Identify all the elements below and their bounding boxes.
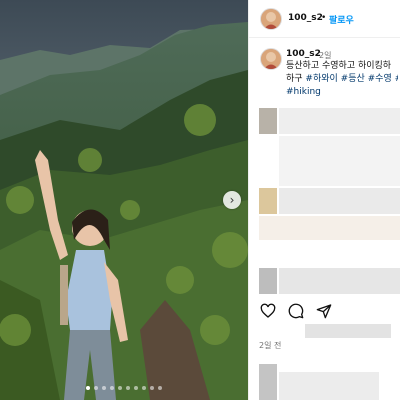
blurred-comment <box>279 136 400 186</box>
post-date: 2일 전 <box>259 341 282 350</box>
blurred-comment-avatar <box>259 188 277 214</box>
hashtag-link[interactable]: #hiking <box>286 87 321 97</box>
blurred-comment <box>279 108 400 134</box>
caption-text: 하구 <box>286 74 306 84</box>
post-actions <box>260 303 332 319</box>
comment-icon[interactable] <box>288 303 304 319</box>
blurred-comment <box>259 216 400 240</box>
hashtag-links[interactable]: #하와이 #등산 #수영 # <box>305 74 398 84</box>
carousel-dot <box>94 386 98 390</box>
post-caption: 등산하고 수영하고 하이킹하 하구 #하와이 #등산 #수영 # #hiking <box>286 60 398 99</box>
caption-line: #hiking <box>286 86 398 99</box>
carousel-dot <box>150 386 154 390</box>
chevron-right-icon: › <box>229 193 235 207</box>
blurred-comment-avatar <box>259 268 277 294</box>
hiker-photo-image <box>0 0 248 400</box>
carousel-dot <box>158 386 162 390</box>
carousel-dot <box>102 386 106 390</box>
carousel-dot <box>142 386 146 390</box>
carousel-dot <box>86 386 90 390</box>
blurred-like-count <box>305 324 391 338</box>
caption-line: 등산하고 수영하고 하이킹하 <box>286 61 392 71</box>
post-photo[interactable]: › <box>0 0 248 400</box>
carousel-dot <box>134 386 138 390</box>
carousel-dots <box>0 386 248 390</box>
heart-icon[interactable] <box>260 303 276 319</box>
blurred-comment <box>279 268 400 294</box>
separator-dot: • <box>321 13 327 23</box>
send-icon[interactable] <box>316 303 332 319</box>
post-header: 100_s2 • 팔로우 <box>249 0 400 38</box>
follow-button[interactable]: 팔로우 <box>329 13 354 26</box>
carousel-next-button[interactable]: › <box>223 191 241 209</box>
carousel-dot <box>126 386 130 390</box>
avatar[interactable] <box>260 8 282 30</box>
blurred-avatar <box>259 364 277 400</box>
caption-avatar[interactable] <box>260 48 282 70</box>
username-link[interactable]: 100_s2 <box>288 13 323 23</box>
blurred-comment-avatar <box>259 108 277 134</box>
caption-username-link[interactable]: 100_s2 <box>286 49 321 59</box>
carousel-dot <box>110 386 114 390</box>
blurred-comment <box>279 188 400 214</box>
carousel-dot <box>118 386 122 390</box>
blurred-comment-input <box>279 372 379 400</box>
caption-line: 하구 #하와이 #등산 #수영 # <box>286 73 398 86</box>
